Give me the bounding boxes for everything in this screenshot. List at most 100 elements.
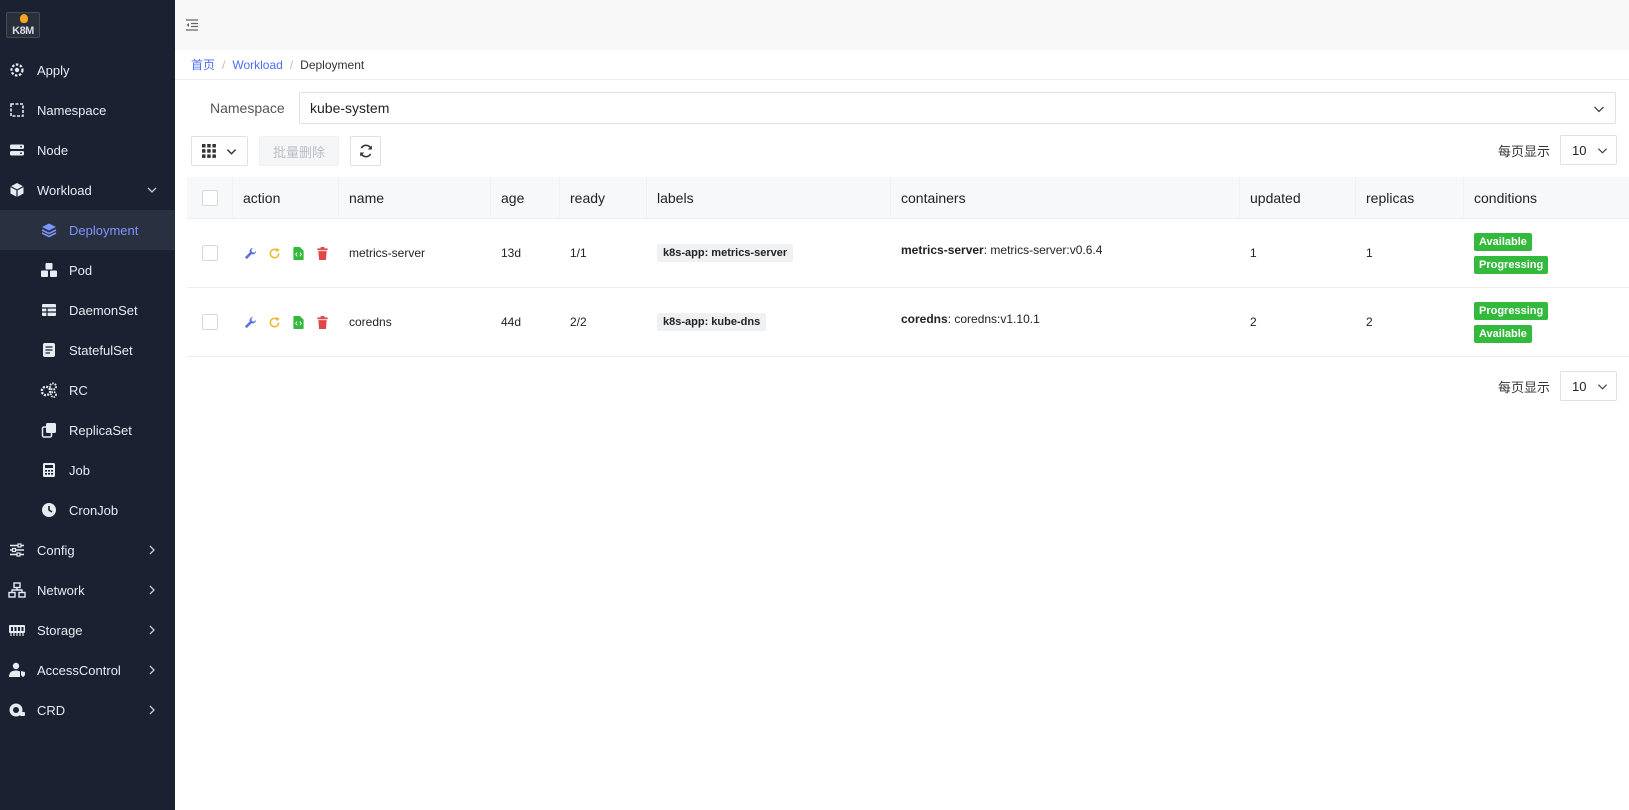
flame-icon — [20, 14, 28, 23]
restart-icon[interactable] — [267, 315, 281, 329]
deployment-name[interactable]: metrics-server — [339, 219, 491, 287]
table-row: coredns 44d 2/2 k8s-app: kube-dns coredn… — [187, 288, 1629, 357]
deployment-replicas: 2 — [1366, 315, 1373, 329]
sidebar-item-config[interactable]: Config — [0, 530, 175, 570]
condition-badge: Available — [1474, 324, 1532, 343]
column-header: name — [339, 177, 491, 218]
chevron-down-icon — [226, 146, 237, 157]
chevron-right-icon — [145, 543, 159, 557]
column-header: age — [491, 177, 560, 218]
column-toggle-button[interactable] — [191, 136, 248, 166]
container-image: : metrics-server:v0.6.4 — [983, 243, 1103, 257]
user-shield-icon — [8, 661, 26, 679]
sidebar-item-rc[interactable]: RC — [0, 370, 175, 410]
deployment-updated: 1 — [1250, 246, 1257, 260]
select-all-checkbox[interactable] — [201, 189, 218, 206]
sidebar-item-storage[interactable]: Storage — [0, 610, 175, 650]
sidebar-item-network[interactable]: Network — [0, 570, 175, 610]
file-icon — [40, 341, 58, 359]
sidebar-item-statefulset[interactable]: StatefulSet — [0, 330, 175, 370]
containers-cell: metrics-server: metrics-server:v0.6.4 — [891, 219, 1240, 287]
layers-icon — [40, 221, 58, 239]
sidebar-item-workload[interactable]: Workload — [0, 170, 175, 210]
breadcrumb-home[interactable]: 首页 — [191, 56, 215, 73]
sidebar-item-deployment[interactable]: Deployment — [0, 210, 175, 250]
delete-icon[interactable] — [315, 315, 329, 329]
labels-cell: k8s-app: kube-dns — [647, 288, 891, 356]
sidebar-item-cronjob[interactable]: CronJob — [0, 490, 175, 530]
sidebar-item-label: Namespace — [37, 102, 107, 118]
network-icon — [8, 581, 26, 599]
condition-list: Available Progressing — [1474, 232, 1549, 274]
container-info: coredns: coredns:v1.10.1 — [901, 312, 1040, 326]
condition-badge: Progressing — [1474, 301, 1549, 320]
column-header: conditions — [1474, 189, 1538, 206]
namespace-select[interactable]: kube-system — [299, 92, 1616, 124]
delete-icon[interactable] — [315, 246, 329, 260]
restart-icon[interactable] — [267, 246, 281, 260]
breadcrumb-workload[interactable]: Workload — [232, 58, 282, 72]
sidebar-item-crd[interactable]: CRD — [0, 690, 175, 730]
column-header: ready — [560, 177, 647, 218]
per-page-select[interactable]: 10 — [1560, 371, 1617, 401]
condition-list: Progressing Available — [1474, 301, 1549, 343]
sidebar-item-label: Job — [69, 462, 90, 478]
sidebar: K8M Apply Namespace Node Workload Deploy… — [0, 0, 175, 810]
sidebar-item-label: Workload — [37, 182, 92, 198]
breadcrumb-separator: / — [289, 57, 294, 72]
container-info: metrics-server: metrics-server:v0.6.4 — [901, 243, 1102, 257]
sidebar-item-pod[interactable]: Pod — [0, 250, 175, 290]
gear-icon — [8, 61, 26, 79]
containers-cell: coredns: coredns:v1.10.1 — [891, 288, 1240, 356]
workload-submenu: Deployment Pod DaemonSet StatefulSet RC … — [0, 210, 175, 530]
action-cell — [233, 288, 339, 356]
refresh-icon — [359, 144, 373, 158]
row-checkbox[interactable] — [202, 314, 218, 330]
table-row: metrics-server 13d 1/1 k8s-app: metrics-… — [187, 219, 1629, 288]
sidebar-item-label: DaemonSet — [69, 302, 138, 318]
per-page-control: 每页显示 10 — [1498, 135, 1617, 165]
deployment-ready: 1/1 — [570, 246, 587, 260]
sidebar-menu-bottom: Config Network Storage AccessControl CRD — [0, 530, 175, 730]
wrench-icon[interactable] — [243, 315, 257, 329]
topbar — [175, 0, 1629, 50]
deployment-updated: 2 — [1250, 315, 1257, 329]
chevron-right-icon — [145, 663, 159, 677]
row-select-cell — [187, 219, 233, 287]
sidebar-item-job[interactable]: Job — [0, 450, 175, 490]
yaml-file-icon[interactable] — [291, 315, 305, 329]
collapse-sidebar-icon[interactable] — [185, 18, 199, 32]
sidebar-item-namespace[interactable]: Namespace — [0, 90, 175, 130]
table-toolbar: 批量删除 每页显示 10 — [175, 135, 1629, 167]
per-page-select[interactable]: 10 — [1560, 135, 1617, 165]
refresh-button[interactable] — [350, 136, 381, 166]
crd-icon — [8, 701, 26, 719]
logo-text: K8M — [12, 25, 34, 37]
deployment-age: 44d — [501, 315, 522, 329]
k8m-logo[interactable]: K8M — [6, 12, 40, 38]
label-tag: k8s-app: kube-dns — [657, 313, 767, 331]
conditions-cell: Available Progressing — [1464, 219, 1629, 287]
row-checkbox[interactable] — [202, 245, 218, 261]
sidebar-item-node[interactable]: Node — [0, 130, 175, 170]
container-image: : coredns:v1.10.1 — [947, 312, 1040, 326]
sidebar-item-accesscontrol[interactable]: AccessControl — [0, 650, 175, 690]
column-header: action — [233, 177, 339, 218]
sidebar-item-label: Storage — [37, 622, 83, 638]
deployment-name[interactable]: coredns — [339, 288, 491, 356]
yaml-file-icon[interactable] — [291, 246, 305, 260]
sidebar-item-daemonset[interactable]: DaemonSet — [0, 290, 175, 330]
per-page-control-bottom: 每页显示 10 — [1498, 371, 1617, 401]
per-page-value: 10 — [1572, 142, 1587, 158]
sidebar-item-apply[interactable]: Apply — [0, 50, 175, 90]
chevron-down-icon — [1597, 144, 1608, 159]
chevron-down-icon — [145, 183, 159, 197]
sidebar-item-label: Deployment — [69, 222, 139, 238]
cubes-icon — [40, 261, 58, 279]
per-page-label: 每页显示 — [1497, 379, 1550, 395]
sidebar-item-label: AccessControl — [37, 662, 121, 678]
wrench-icon[interactable] — [243, 246, 257, 260]
batch-delete-button[interactable]: 批量删除 — [259, 136, 339, 166]
cogs-icon — [40, 381, 58, 399]
sidebar-item-replicaset[interactable]: ReplicaSet — [0, 410, 175, 450]
